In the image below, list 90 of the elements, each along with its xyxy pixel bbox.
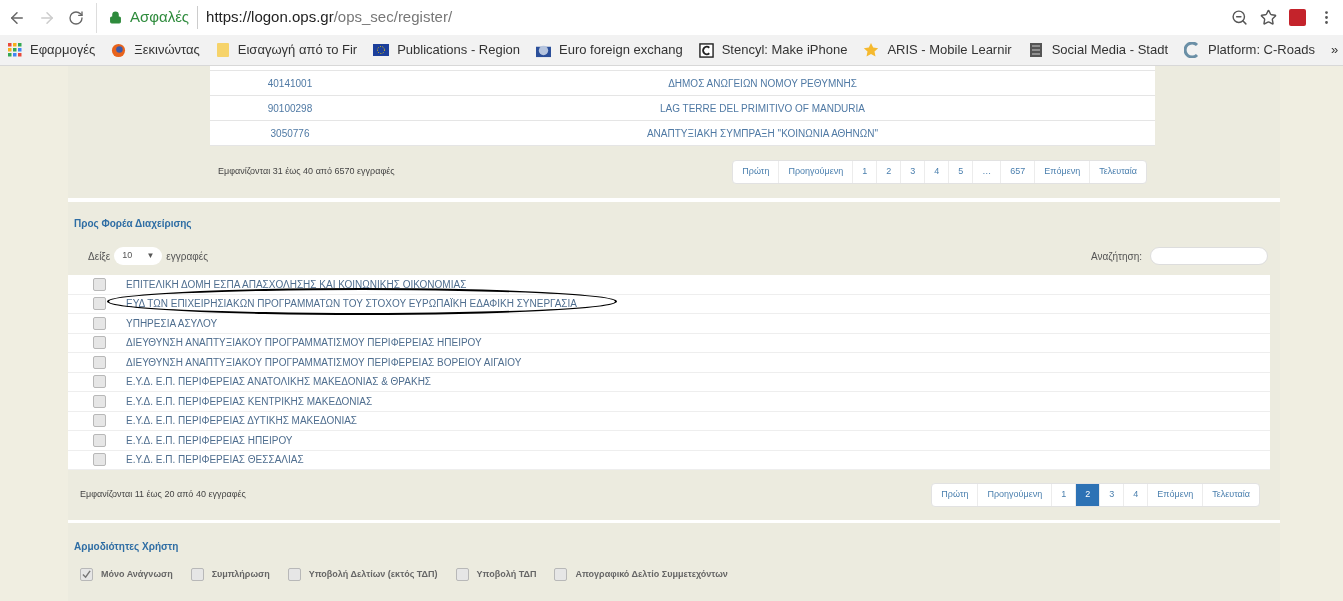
page-button[interactable]: 3 xyxy=(1099,484,1124,506)
apps-grid-icon xyxy=(8,43,22,57)
globe-icon xyxy=(111,42,127,58)
bookmark-item[interactable]: Publications - Region xyxy=(373,40,521,60)
table-cell-text: ΑΝΑΠΤΥΞΙΑΚΗ ΣΥΜΠΡΑΞΗ "ΚΟΙΝΩΝΙΑ ΑΘΗΝΩΝ" xyxy=(645,126,880,141)
checkbox[interactable] xyxy=(554,568,568,582)
bookmark-item[interactable]: Εισαγωγή από το Fir xyxy=(215,40,358,60)
bookmark-item[interactable]: Εφαρμογές xyxy=(8,40,96,60)
page-button[interactable]: 4 xyxy=(924,161,949,183)
permission-label: Απογραφικό Δελτίο Συμμετεχόντων xyxy=(575,568,728,581)
check-icon xyxy=(82,570,91,580)
bookmark-item[interactable]: ARIS - Mobile Learnir xyxy=(863,40,1012,60)
permission-label: Υποβολή ΤΔΠ xyxy=(476,568,537,581)
permission-label: Μόνο Ανάγνωση xyxy=(101,568,173,581)
checkbox[interactable] xyxy=(93,277,106,291)
authority-name: ΔΙΕΥΘΥΝΣΗ ΑΝΑΠΤΥΞΙΑΚΟΥ ΠΡΟΓΡΑΜΜΑΤΙΣΜΟΥ ΠΕΡΙΦΕΡΕΙΑΣ ΒΟΡΕΙΟΥ ΑΙΓΑΙΟΥ xyxy=(126,355,522,370)
page-button[interactable]: Προηγούμενη xyxy=(778,161,853,183)
lock-icon xyxy=(109,11,122,24)
checkbox[interactable] xyxy=(455,568,469,582)
star-icon xyxy=(863,42,880,58)
authority-name: Ε.Υ.Δ. Ε.Π. ΠΕΡΙΦΕΡΕΙΑΣ ΘΕΣΣΑΛΙΑΣ xyxy=(126,453,304,468)
authority-name: ΥΠΗΡΕΣΙΑ ΑΣΥΛΟΥ xyxy=(126,316,218,331)
checkbox[interactable] xyxy=(93,394,106,408)
dropdown-arrow-icon: ▼ xyxy=(146,250,155,262)
bookmark-item[interactable]: Ξεκινώντας xyxy=(111,40,200,60)
page-size-select[interactable]: 10 ▼ xyxy=(114,247,163,265)
checkbox[interactable] xyxy=(93,336,106,350)
section-title: Αρμοδιότητες Χρήστη xyxy=(74,541,179,552)
authority-name: ΔΙΕΥΘΥΝΣΗ ΑΝΑΠΤΥΞΙΑΚΟΥ ΠΡΟΓΡΑΜΜΑΤΙΣΜΟΥ ΠΕΡΙΦΕΡΕΙΑΣ ΗΠΕΙΡΟΥ xyxy=(126,336,482,351)
page-button[interactable]: Τελευταία xyxy=(1202,484,1259,506)
zoom-out-icon[interactable] xyxy=(1231,9,1248,26)
page-button[interactable]: 5 xyxy=(948,161,973,183)
page-button[interactable]: Επόμενη xyxy=(1034,161,1090,183)
search-field[interactable] xyxy=(1150,247,1268,265)
bookmark-item[interactable]: Platform: C-Roads xyxy=(1184,40,1315,60)
table-cell-text: 3050776 xyxy=(269,126,311,141)
checkbox[interactable] xyxy=(93,355,106,369)
more-bookmarks-button[interactable]: » xyxy=(1330,40,1339,60)
checkbox[interactable] xyxy=(93,453,106,467)
checkbox[interactable] xyxy=(80,568,93,582)
url-text: https://logon.ops.gr/ops_sec/register/ xyxy=(206,7,453,28)
bookmark-item[interactable]: Euro foreign exchang xyxy=(536,40,683,60)
page-button[interactable]: 2 xyxy=(1075,484,1100,506)
page-button[interactable]: … xyxy=(972,161,1001,183)
records-info: Εμφανίζονται 31 έως 40 από 6570 εγγραφές xyxy=(218,165,395,179)
page-button[interactable]: 4 xyxy=(1123,484,1148,506)
page-button[interactable]: 3 xyxy=(900,161,925,183)
checkbox[interactable] xyxy=(93,375,106,389)
flash-plugin-icon[interactable] xyxy=(1289,9,1306,26)
search-label: Αναζήτηση: xyxy=(1090,249,1142,264)
authority-name: Ε.Υ.Δ. Ε.Π. ΠΕΡΙΦΕΡΕΙΑΣ ΔΥΤΙΚΗΣ ΜΑΚΕΔΟΝΙΑΣ xyxy=(126,414,358,429)
table-cell-text: 90100298 xyxy=(266,101,314,116)
bookmark-item[interactable]: Social Media - Stadt xyxy=(1027,40,1168,60)
authority-name: ΕΠΙΤΕΛΙΚΗ ΔΟΜΗ ΕΣΠΑ ΑΠΑΣΧΟΛΗΣΗΣ ΚΑΙ ΚΟΙΝΩΝΙΚΗΣ ΟΙΚΟΝΟΜΙΑΣ xyxy=(126,277,467,292)
permission-label: Συμπλήρωση xyxy=(211,568,270,581)
page-button[interactable]: Επόμενη xyxy=(1147,484,1203,506)
bookmark-item[interactable]: Stencyl: Make iPhone xyxy=(698,40,848,60)
reload-icon[interactable] xyxy=(68,9,84,26)
records-info: Εμφανίζονται 11 έως 20 από 40 εγγραφές xyxy=(80,488,246,502)
page-button[interactable]: Προηγούμενη xyxy=(977,484,1052,506)
folder-icon xyxy=(215,42,230,58)
secure-label: Ασφαλές xyxy=(130,6,199,29)
page-button[interactable]: 2 xyxy=(876,161,901,183)
checkbox[interactable] xyxy=(93,433,106,447)
checkbox[interactable] xyxy=(287,568,301,582)
authority-name: Ε.Υ.Δ. Ε.Π. ΠΕΡΙΦΕΡΕΙΑΣ ΚΕΝΤΡΙΚΗΣ ΜΑΚΕΔΟΝΙΑΣ xyxy=(126,394,373,409)
checkbox[interactable] xyxy=(93,414,106,428)
records-label: εγγραφές xyxy=(166,249,208,264)
checkbox[interactable] xyxy=(93,316,106,330)
emblem-icon xyxy=(1027,42,1044,58)
section-title: Προς Φορέα Διαχείρισης xyxy=(74,218,192,229)
c-logo-icon xyxy=(698,42,714,58)
table-cell-text: ΔΗΜΟΣ ΑΝΩΓΕΙΩΝ ΝΟΜΟΥ ΡΕΘΥΜΝΗΣ xyxy=(667,76,858,91)
page-button[interactable]: 657 xyxy=(1000,161,1035,183)
checkbox[interactable] xyxy=(93,297,106,311)
table-cell-text: 40141001 xyxy=(266,76,314,91)
authority-name: ΕΥΔ ΤΩΝ ΕΠΙΧΕΙΡΗΣΙΑΚΩΝ ΠΡΟΓΡΑΜΜΑΤΩΝ ΤΟΥ ΣΤΟΧΟΥ ΕΥΡΩΠΑΪΚΗ ΕΔΑΦΙΚΗ ΣΥΝΕΡΓΑΣΙΑ xyxy=(126,296,577,312)
authority-name: Ε.Υ.Δ. Ε.Π. ΠΕΡΙΦΕΡΕΙΑΣ ΑΝΑΤΟΛΙΚΗΣ ΜΑΚΕΔΟΝΙΑΣ & ΘΡΑΚΗΣ xyxy=(126,375,432,390)
page-button[interactable]: Τελευταία xyxy=(1089,161,1146,183)
star-icon[interactable] xyxy=(1260,9,1277,26)
flag-icon xyxy=(373,44,390,56)
c-logo-icon xyxy=(1184,42,1200,58)
page-button[interactable]: Πρώτη xyxy=(932,484,978,506)
page-button[interactable]: 1 xyxy=(852,161,877,183)
permission-label: Υποβολή Δελτίων (εκτός ΤΔΠ) xyxy=(308,568,438,581)
authority-name: Ε.Υ.Δ. Ε.Π. ΠΕΡΙΦΕΡΕΙΑΣ ΗΠΕΙΡΟΥ xyxy=(126,433,293,448)
checkbox[interactable] xyxy=(190,568,204,582)
table-cell-text: LAG TERRE DEL PRIMITIVO OF MANDURIA xyxy=(659,101,866,116)
show-label: Δείξε xyxy=(88,249,111,264)
page-button[interactable]: Πρώτη xyxy=(733,161,779,183)
